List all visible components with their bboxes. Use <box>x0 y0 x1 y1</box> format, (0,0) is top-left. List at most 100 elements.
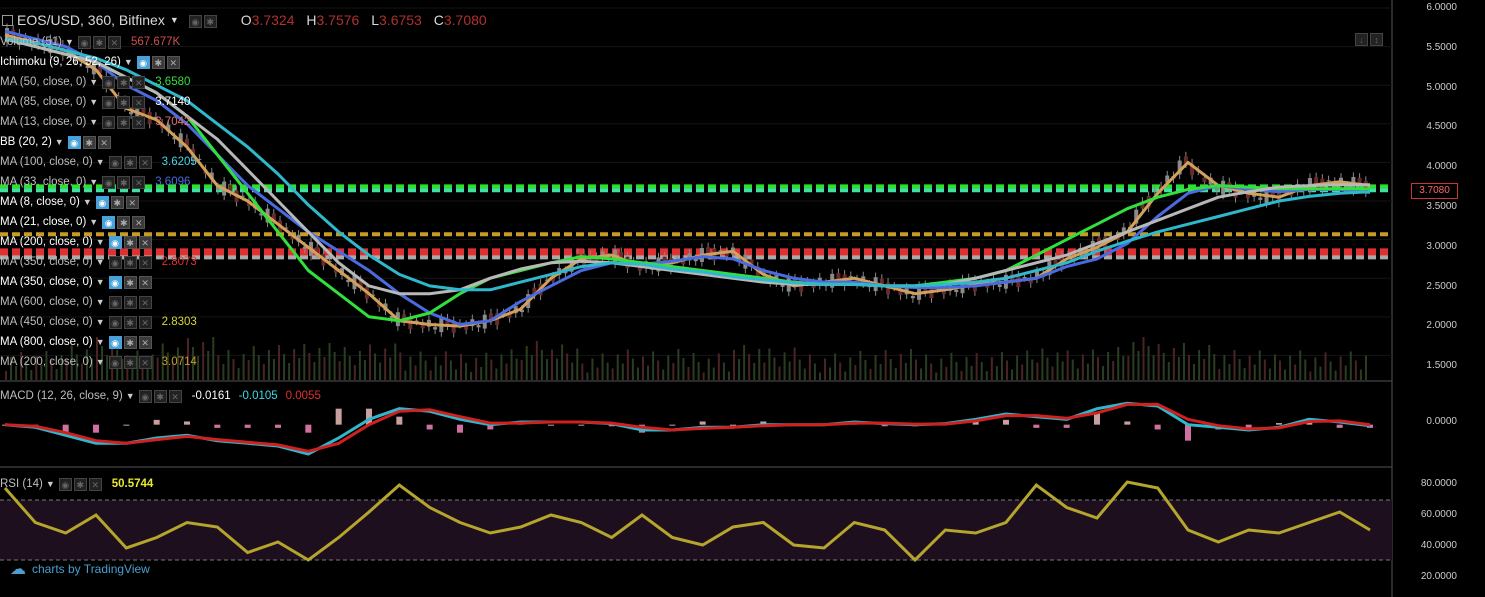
close-icon[interactable]: ✕ <box>138 155 152 169</box>
close-icon[interactable]: ✕ <box>132 75 146 89</box>
chevron-down-icon[interactable]: ▼ <box>89 92 98 112</box>
eye-icon[interactable]: ◉ <box>136 55 150 69</box>
gear-icon[interactable]: ✱ <box>92 35 106 49</box>
eye-icon[interactable]: ◉ <box>108 255 122 269</box>
eye-icon[interactable]: ◉ <box>67 135 81 149</box>
price-tick-label: 2.5000 <box>1426 280 1457 292</box>
close-icon[interactable]: ✕ <box>132 215 146 229</box>
close-icon[interactable]: ✕ <box>138 355 152 369</box>
chevron-down-icon[interactable]: ▼ <box>96 292 105 312</box>
gear-icon[interactable]: ✱ <box>123 315 137 329</box>
chevron-down-icon[interactable]: ▼ <box>89 212 98 232</box>
gear-icon[interactable]: ✱ <box>151 55 165 69</box>
volume-bar <box>1268 368 1271 380</box>
close-icon[interactable]: ✕ <box>138 275 152 289</box>
volume-bar <box>1056 352 1059 380</box>
eye-icon[interactable]: ◉ <box>108 235 122 249</box>
chevron-down-icon[interactable]: ▼ <box>83 192 92 212</box>
symbol-menu[interactable]: EOS/USD, 360, Bitfinex ▼ <box>0 10 179 30</box>
eye-icon[interactable]: ◉ <box>77 35 91 49</box>
eye-icon[interactable]: ◉ <box>102 95 116 109</box>
chevron-down-icon[interactable]: ▼ <box>96 312 105 332</box>
eye-icon[interactable]: ◉ <box>108 155 122 169</box>
eye-icon[interactable]: ◉ <box>58 477 72 491</box>
close-icon[interactable]: ✕ <box>138 255 152 269</box>
eye-icon[interactable]: ◉ <box>108 315 122 329</box>
chevron-down-icon[interactable]: ▼ <box>89 112 98 132</box>
chevron-down-icon[interactable]: ▼ <box>96 252 105 272</box>
close-icon[interactable]: ✕ <box>138 295 152 309</box>
eye-icon[interactable]: ◉ <box>108 335 122 349</box>
eye-icon[interactable]: ◉ <box>102 115 116 129</box>
gear-icon[interactable]: ✱ <box>153 389 167 403</box>
volume-bar <box>824 358 826 380</box>
gear-icon[interactable]: ✱ <box>123 155 137 169</box>
chevron-down-icon[interactable]: ▼ <box>96 152 105 172</box>
indicator-label: MA (350, close, 0) <box>0 276 93 288</box>
eye-icon[interactable]: ◉ <box>108 275 122 289</box>
chevron-down-icon[interactable]: ▼ <box>89 72 98 92</box>
eye-icon[interactable]: ◉ <box>102 215 116 229</box>
menu-square-icon[interactable] <box>2 14 13 26</box>
close-icon[interactable]: ✕ <box>166 55 180 69</box>
volume-bar <box>556 358 559 380</box>
chevron-down-icon[interactable]: ▼ <box>89 172 98 192</box>
gear-icon[interactable]: ✱ <box>203 15 217 28</box>
eye-icon[interactable]: ◉ <box>108 355 122 369</box>
tradingview-watermark[interactable]: ☁ charts by TradingView <box>10 559 150 579</box>
rsi-legend: RSI (14) ▼ ◉ ✱ ✕ 50.5744 <box>0 474 153 494</box>
close-icon[interactable]: ✕ <box>138 235 152 249</box>
eye-icon[interactable]: ◉ <box>138 389 152 403</box>
volume-bar <box>1329 361 1332 380</box>
gear-icon[interactable]: ✱ <box>117 215 131 229</box>
close-icon[interactable]: ✕ <box>97 135 111 149</box>
chevron-down-icon[interactable]: ▼ <box>124 52 133 72</box>
close-icon[interactable]: ✕ <box>132 95 146 109</box>
gear-icon[interactable]: ✱ <box>123 355 137 369</box>
eye-icon[interactable]: ◉ <box>102 75 116 89</box>
chevron-down-icon[interactable]: ▼ <box>65 32 74 52</box>
chevron-down-icon[interactable]: ▼ <box>96 332 105 352</box>
close-icon[interactable]: ✕ <box>138 335 152 349</box>
volume-bar <box>313 362 316 380</box>
gear-icon[interactable]: ✱ <box>123 295 137 309</box>
chevron-down-icon[interactable]: ▼ <box>96 352 105 372</box>
chevron-down-icon[interactable]: ▼ <box>46 474 55 494</box>
gear-icon[interactable]: ✱ <box>117 95 131 109</box>
chevron-down-icon[interactable]: ▼ <box>96 232 105 252</box>
eye-icon[interactable]: ◉ <box>188 15 202 28</box>
volume-bar <box>662 369 665 380</box>
chart-canvas[interactable] <box>0 0 1485 597</box>
gear-icon[interactable]: ✱ <box>123 235 137 249</box>
chevron-down-icon[interactable]: ▼ <box>126 386 135 406</box>
gear-icon[interactable]: ✱ <box>123 275 137 289</box>
close-icon[interactable]: ✕ <box>132 115 146 129</box>
eye-icon[interactable]: ◉ <box>108 295 122 309</box>
chevron-down-icon[interactable]: ▼ <box>55 132 64 152</box>
volume-bar <box>217 355 220 380</box>
close-icon[interactable]: ✕ <box>138 315 152 329</box>
close-icon[interactable]: ✕ <box>107 35 121 49</box>
indicator-value: 3.0714 <box>161 356 197 368</box>
gear-icon[interactable]: ✱ <box>73 477 87 491</box>
close-icon[interactable]: ✕ <box>88 477 102 491</box>
gear-icon[interactable]: ✱ <box>117 175 131 189</box>
close-icon[interactable]: ✕ <box>132 175 146 189</box>
gear-icon[interactable]: ✱ <box>117 75 131 89</box>
arrow-down-icon[interactable]: ↓ <box>1355 33 1368 46</box>
close-icon[interactable]: ✕ <box>125 195 139 209</box>
chevron-down-icon[interactable]: ▼ <box>96 272 105 292</box>
gear-icon[interactable]: ✱ <box>82 135 96 149</box>
eye-icon[interactable]: ◉ <box>95 195 109 209</box>
gear-icon[interactable]: ✱ <box>123 255 137 269</box>
chevron-down-icon[interactable]: ▼ <box>170 10 179 30</box>
volume-bar <box>844 371 847 380</box>
arrow-updown-icon[interactable]: ↕ <box>1370 33 1383 46</box>
gear-icon[interactable]: ✱ <box>110 195 124 209</box>
gear-icon[interactable]: ✱ <box>123 335 137 349</box>
volume-bar <box>889 359 892 380</box>
gear-icon[interactable]: ✱ <box>117 115 131 129</box>
eye-icon[interactable]: ◉ <box>102 175 116 189</box>
volume-bar <box>1061 361 1064 380</box>
close-icon[interactable]: ✕ <box>168 389 182 403</box>
